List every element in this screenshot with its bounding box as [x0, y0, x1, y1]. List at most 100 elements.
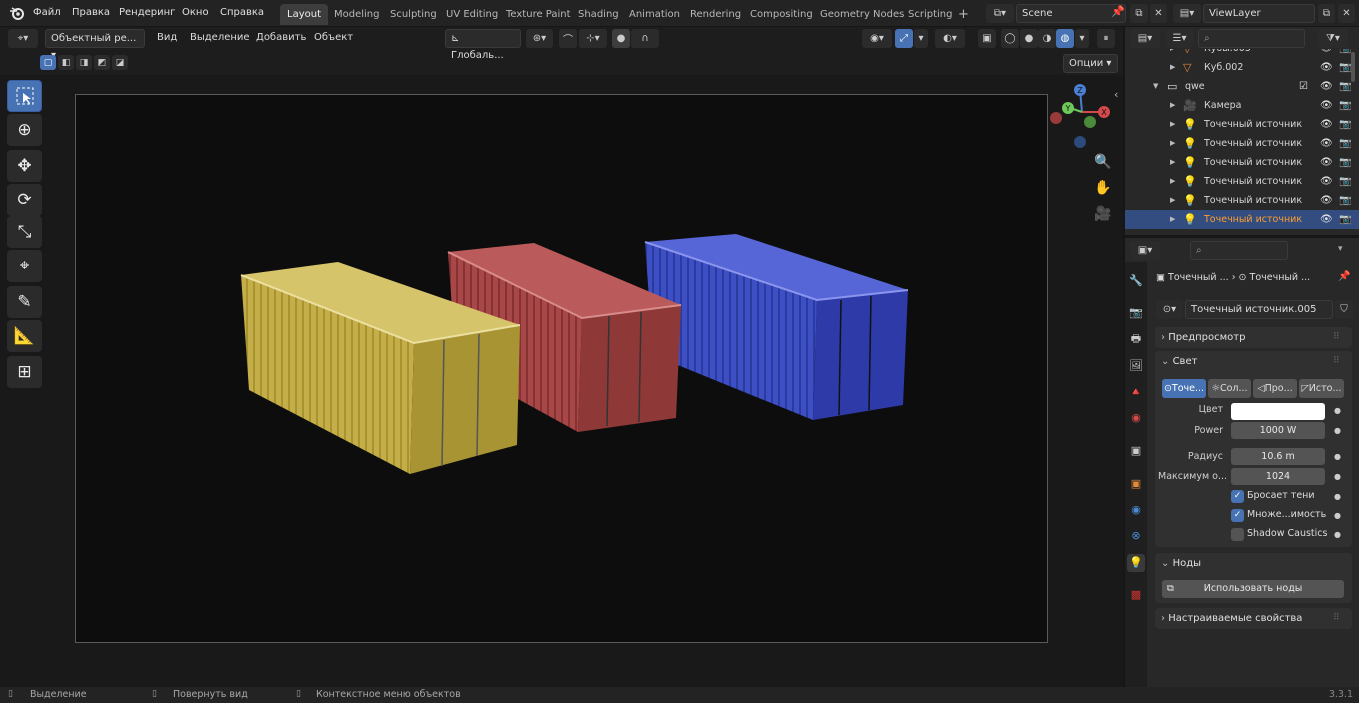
- animate-dot-icon[interactable]: ●: [1334, 492, 1341, 501]
- outliner-editor-type-icon[interactable]: ▤▾: [1130, 29, 1160, 48]
- drag-handle-icon[interactable]: ⠿: [1333, 608, 1340, 629]
- outliner-row[interactable]: ▶ 💡 Точечный источник 👁 📷: [1125, 153, 1359, 172]
- camera-view-icon[interactable]: 🎥: [1093, 204, 1113, 224]
- falloff-icon[interactable]: ∩: [631, 29, 659, 48]
- menu-object[interactable]: Объект: [314, 27, 353, 49]
- overlays-icon[interactable]: ◐▾: [935, 29, 965, 48]
- light-data-tab-icon[interactable]: 💡: [1127, 554, 1145, 572]
- outliner-collection-row[interactable]: ▼ ▭ qwe ☑ 👁 📷: [1125, 77, 1359, 96]
- tab-animation[interactable]: Animation: [622, 4, 687, 25]
- light-type-spot[interactable]: ◁Про...: [1253, 379, 1297, 398]
- light-type-area[interactable]: ◸Исто...: [1299, 379, 1344, 398]
- render-tab-icon[interactable]: 📷: [1127, 304, 1145, 322]
- new-view-layer-icon[interactable]: ⧉: [1318, 4, 1335, 23]
- custom-properties-header[interactable]: › Настраиваемые свойства: [1155, 608, 1352, 629]
- select-box-tool[interactable]: [7, 80, 42, 112]
- expand-right-icon[interactable]: ▶: [1170, 115, 1175, 134]
- scene-tab-icon[interactable]: 🔺: [1127, 383, 1145, 401]
- outliner-row[interactable]: ▶ 🎥 Камера 👁 📷: [1125, 96, 1359, 115]
- eye-icon[interactable]: 👁: [1320, 77, 1333, 96]
- filter-icon[interactable]: ⧩▾: [1318, 29, 1348, 48]
- render-camera-icon[interactable]: 📷: [1339, 49, 1351, 58]
- eye-icon[interactable]: 👁: [1320, 210, 1333, 229]
- world-tab-icon[interactable]: ◉: [1127, 409, 1145, 427]
- scene-name-field[interactable]: Scene: [1016, 4, 1126, 23]
- light-type-sun[interactable]: ☼Сол...: [1208, 379, 1251, 398]
- render-camera-icon[interactable]: 📷: [1339, 191, 1351, 210]
- editor-type-icon[interactable]: ⌖▾: [8, 29, 38, 48]
- menu-edit[interactable]: Правка: [72, 0, 110, 27]
- tab-layout[interactable]: Layout: [280, 4, 328, 25]
- eye-icon[interactable]: 👁: [1320, 115, 1333, 134]
- pivot-point-icon[interactable]: ⊛▾: [526, 29, 553, 48]
- outliner-row[interactable]: ▶ 💡 Точечный источник 👁 📷: [1125, 134, 1359, 153]
- eye-icon[interactable]: 👁: [1320, 49, 1333, 58]
- view-layer-field[interactable]: ViewLayer: [1203, 4, 1315, 23]
- add-cube-tool[interactable]: ⊞: [7, 356, 42, 388]
- delete-view-layer-icon[interactable]: ✕: [1338, 4, 1355, 23]
- view-layer-selector-icon[interactable]: ▤▾: [1173, 4, 1201, 23]
- wireframe-shading-icon[interactable]: ◯: [1001, 29, 1019, 48]
- animate-dot-icon[interactable]: ●: [1334, 406, 1341, 415]
- tab-shading[interactable]: Shading: [571, 4, 626, 25]
- menu-window[interactable]: Окно: [182, 0, 209, 27]
- tab-sculpting[interactable]: Sculpting: [383, 4, 444, 25]
- breadcrumb-pin-icon[interactable]: 📌: [1338, 271, 1350, 282]
- render-camera-icon[interactable]: 📷: [1339, 153, 1351, 172]
- render-camera-icon[interactable]: 📷: [1339, 172, 1351, 191]
- render-camera-icon[interactable]: 📷: [1339, 96, 1351, 115]
- snap-icon[interactable]: ⌒: [559, 29, 577, 48]
- render-camera-icon[interactable]: 📷: [1339, 115, 1351, 134]
- cast-shadows-checkbox[interactable]: ✓: [1231, 490, 1244, 503]
- pause-render-icon[interactable]: ⏸: [1097, 29, 1115, 48]
- fake-user-shield-icon[interactable]: ⛉: [1335, 300, 1353, 319]
- tab-geometry-nodes[interactable]: Geometry Nodes: [813, 4, 911, 25]
- menu-help[interactable]: Справка: [220, 0, 264, 27]
- menu-render[interactable]: Рендеринг: [119, 0, 175, 27]
- tab-texture-paint[interactable]: Texture Paint: [499, 4, 578, 25]
- expand-right-icon[interactable]: ▶: [1170, 49, 1175, 58]
- tool-tab-icon[interactable]: 🔧: [1127, 272, 1145, 290]
- render-camera-icon[interactable]: 📷: [1339, 210, 1351, 229]
- outliner-row[interactable]: ▶ ▽ Куб.002 👁 📷: [1125, 58, 1359, 77]
- proportional-edit-icon[interactable]: ●: [612, 29, 630, 48]
- outliner-row[interactable]: ▶ 💡 Точечный источник 👁 📷: [1125, 172, 1359, 191]
- transform-orientation-selector[interactable]: ⊾ Глобаль...: [445, 29, 521, 61]
- outliner-row[interactable]: ▶ ▽ Кубы.005 👁 📷: [1125, 49, 1359, 58]
- select-invert-icon[interactable]: ◩: [94, 55, 110, 70]
- menu-add[interactable]: Добавить: [256, 27, 306, 49]
- render-camera-icon[interactable]: 📷: [1339, 58, 1351, 77]
- render-camera-icon[interactable]: 📷: [1339, 77, 1351, 96]
- expand-right-icon[interactable]: ▶: [1170, 96, 1175, 115]
- light-datablock-icon[interactable]: ⊙▾: [1156, 300, 1183, 319]
- drag-handle-icon[interactable]: ⠿: [1333, 327, 1340, 348]
- light-panel-header[interactable]: ⌄ Свет: [1155, 351, 1352, 372]
- animate-dot-icon[interactable]: ●: [1334, 530, 1341, 539]
- expand-right-icon[interactable]: ▶: [1170, 58, 1175, 77]
- shading-dropdown-icon[interactable]: ▾: [1075, 29, 1089, 48]
- power-field[interactable]: 1000 W: [1231, 422, 1325, 439]
- transform-tool[interactable]: ⌖: [7, 250, 42, 282]
- menu-file[interactable]: Файл: [33, 0, 61, 27]
- tab-modeling[interactable]: Modeling: [327, 4, 387, 25]
- camera-frame[interactable]: [75, 94, 1048, 643]
- gizmo-dropdown-icon[interactable]: ▾: [914, 29, 928, 48]
- exclude-checkbox-icon[interactable]: ☑: [1299, 77, 1308, 96]
- tab-uv-editing[interactable]: UV Editing: [439, 4, 505, 25]
- options-dropdown[interactable]: Опции ▾: [1063, 54, 1118, 73]
- cursor-tool[interactable]: ⊕: [7, 114, 42, 146]
- move-tool[interactable]: ✥: [7, 150, 42, 182]
- solid-shading-icon[interactable]: ●: [1020, 29, 1038, 48]
- output-tab-icon[interactable]: 🖶: [1127, 330, 1145, 348]
- properties-search-input[interactable]: ⌕: [1190, 241, 1288, 260]
- constraint-tab-icon[interactable]: ⊗: [1127, 527, 1145, 545]
- sidebar-toggle-icon[interactable]: ‹: [1114, 88, 1118, 101]
- use-nodes-button[interactable]: ⧉ Использовать ноды: [1162, 580, 1344, 598]
- expand-right-icon[interactable]: ▶: [1170, 191, 1175, 210]
- delete-scene-icon[interactable]: ✕: [1150, 4, 1167, 23]
- outliner-row[interactable]: ▶ 💡 Точечный источник 👁 📷: [1125, 191, 1359, 210]
- select-intersect-icon[interactable]: ◪: [112, 55, 128, 70]
- display-mode-icon[interactable]: ☰▾: [1166, 29, 1193, 48]
- expand-down-icon[interactable]: ▼: [1153, 77, 1158, 96]
- texture-tab-icon[interactable]: ▩: [1127, 586, 1145, 604]
